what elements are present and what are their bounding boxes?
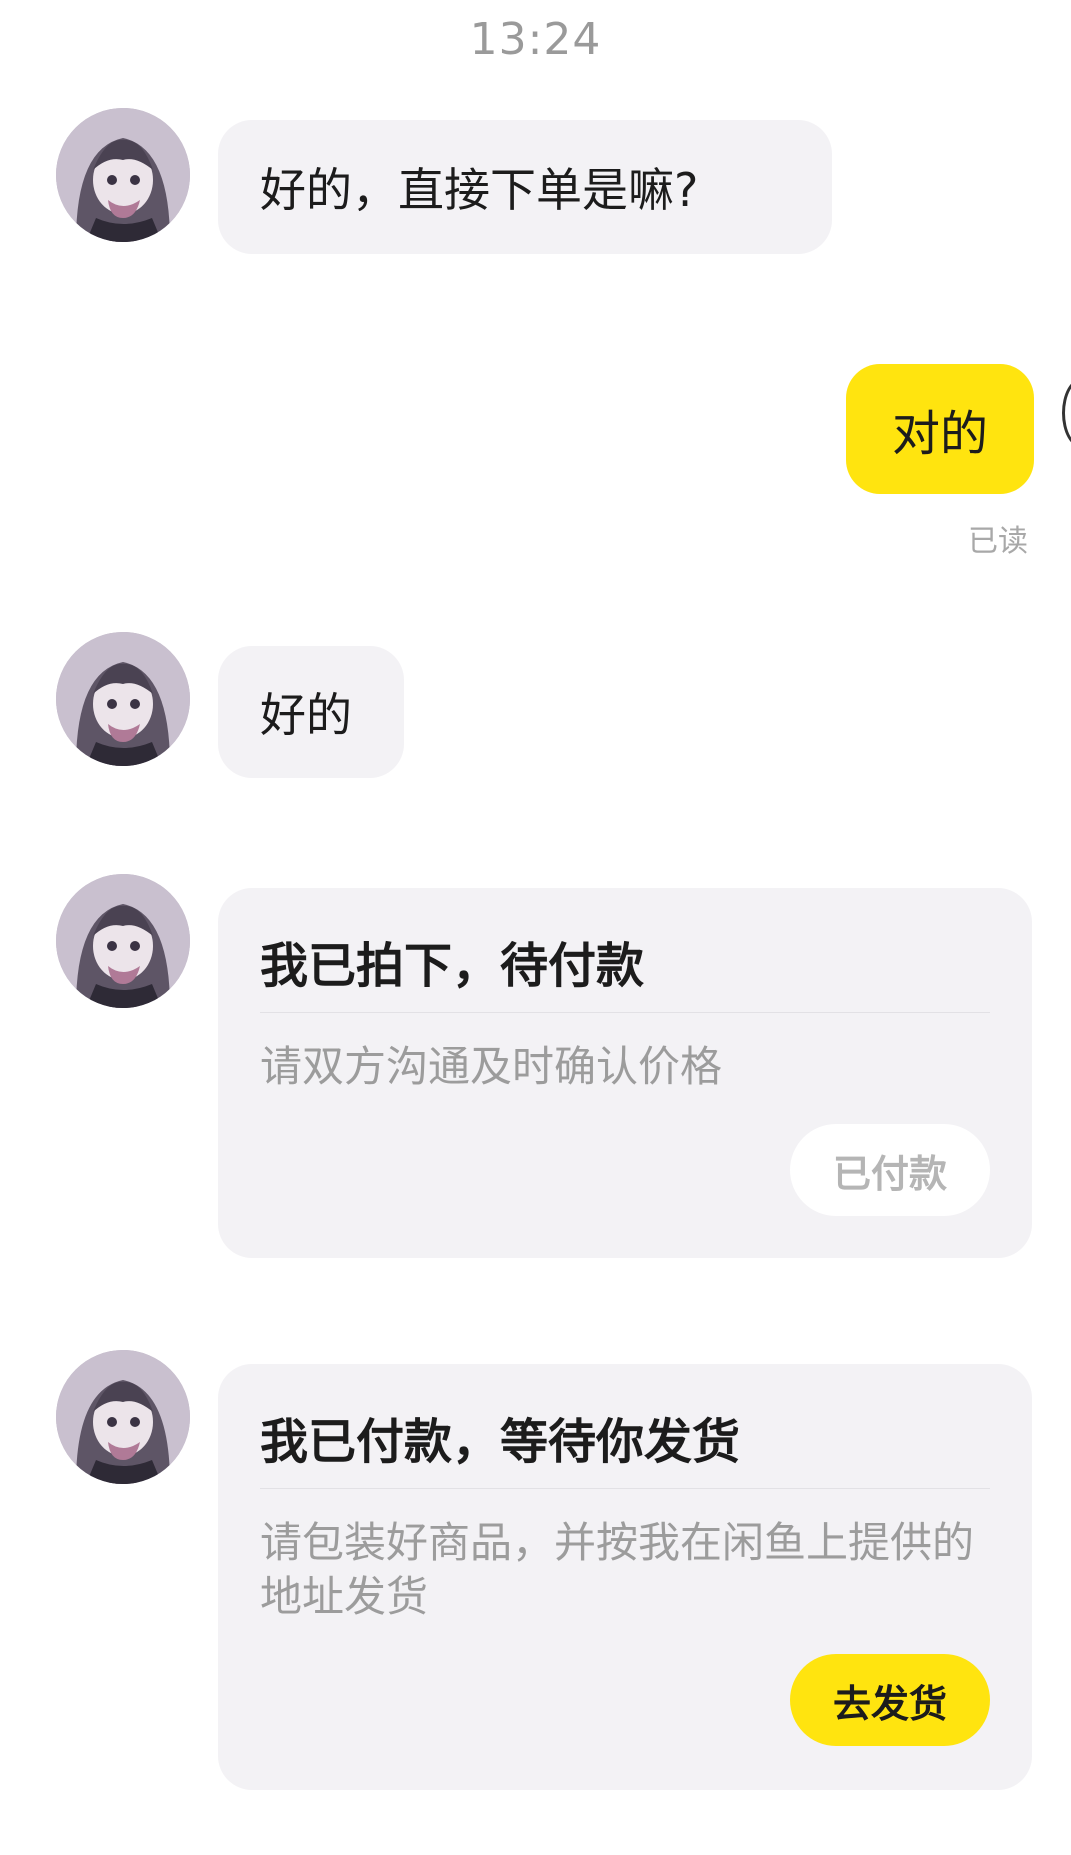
- sender-avatar[interactable]: [56, 1350, 190, 1484]
- card-title: 我已拍下，待付款: [260, 938, 645, 994]
- avatar-image: [56, 874, 190, 1008]
- card-divider: [260, 1488, 990, 1489]
- chat-timestamp: 13:24: [469, 14, 602, 65]
- message-bubble-incoming[interactable]: 好的: [218, 646, 404, 778]
- message-text: 好的，直接下单是嘛?: [260, 163, 699, 217]
- avatar-image: [56, 1350, 190, 1484]
- card-title: 我已付款，等待你发货: [260, 1414, 741, 1470]
- message-text: 对的: [891, 406, 988, 462]
- sender-avatar[interactable]: [56, 632, 190, 766]
- message-bubble-incoming[interactable]: 好的，直接下单是嘛?: [218, 120, 832, 254]
- card-description: 请包装好商品，并按我在闲鱼上提供的地址发货: [260, 1518, 975, 1621]
- ship-button[interactable]: 去发货: [790, 1654, 990, 1746]
- card-description: 请双方沟通及时确认价格: [260, 1042, 723, 1091]
- card-divider: [260, 1012, 990, 1013]
- paid-button[interactable]: 已付款: [790, 1124, 990, 1216]
- order-status-card: 我已付款，等待你发货 请包装好商品，并按我在闲鱼上提供的地址发货 去发货: [218, 1364, 1032, 1790]
- order-status-card: 我已拍下，待付款 请双方沟通及时确认价格 已付款: [218, 888, 1032, 1258]
- message-bubble-outgoing[interactable]: 对的: [846, 364, 1034, 494]
- sender-avatar[interactable]: [56, 108, 190, 242]
- message-text: 好的: [260, 688, 352, 742]
- avatar-image: [56, 108, 190, 242]
- read-receipt: 已读: [968, 524, 1028, 559]
- avatar-image: [56, 632, 190, 766]
- sender-avatar[interactable]: [56, 874, 190, 1008]
- own-avatar-edge: [1062, 378, 1071, 448]
